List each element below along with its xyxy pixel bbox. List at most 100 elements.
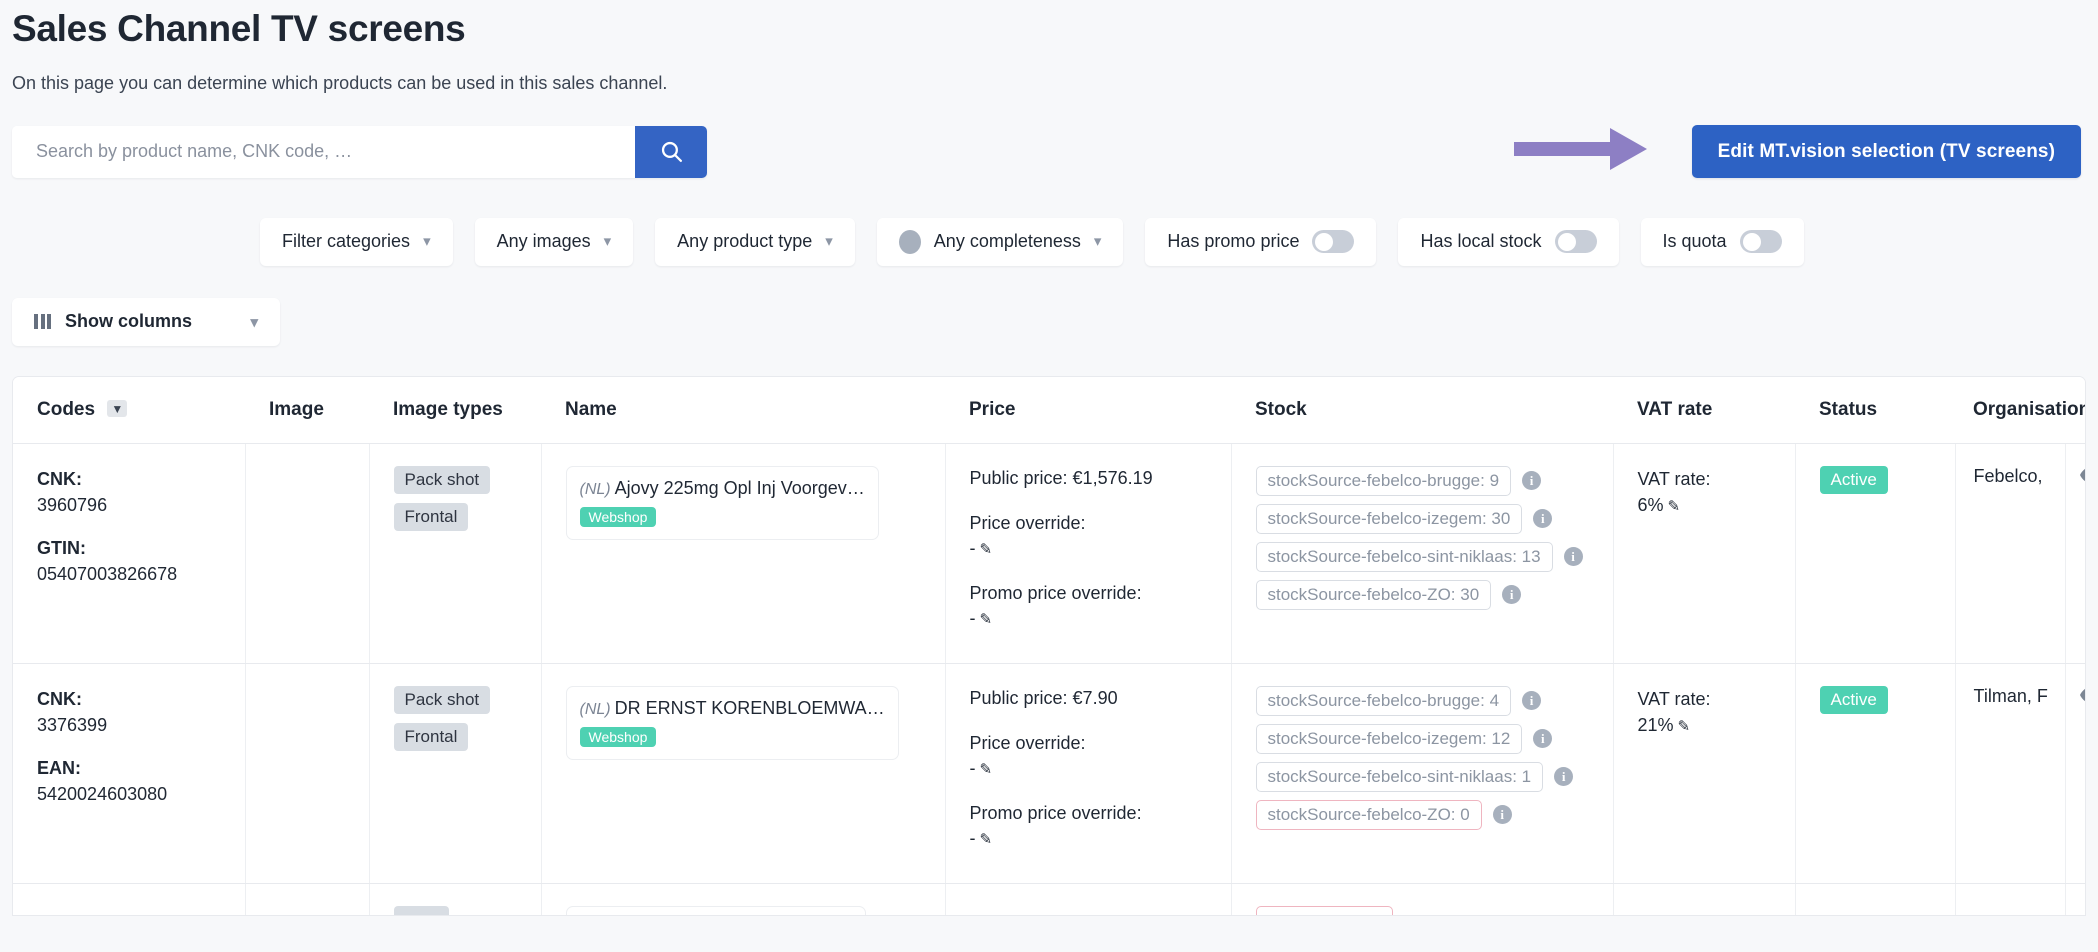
page-root: Sales Channel TV screens On this page yo… (0, 0, 2098, 916)
info-icon[interactable]: i (1502, 585, 1522, 605)
info-icon[interactable]: i (1533, 509, 1553, 529)
edit-vat-pencil-icon[interactable]: ✎ (1668, 498, 1681, 515)
edit-promo-price-pencil-icon[interactable]: ✎ (980, 611, 993, 628)
info-icon[interactable]: i (1492, 805, 1512, 825)
columns-icon (34, 314, 51, 330)
chevron-down-icon: ▾ (825, 233, 833, 251)
vat-rate-value: 21% (1637, 714, 1674, 735)
eye-icon[interactable] (2079, 688, 2085, 708)
any-product-type-dropdown[interactable]: Any product type ▾ (655, 217, 855, 266)
info-icon[interactable]: i (1522, 471, 1542, 491)
col-header-image-types[interactable]: Image types (369, 376, 541, 444)
completeness-dot-icon (898, 229, 921, 254)
cell-stock: stockSource-febelco-brugge: 9 i stockSour… (1231, 443, 1614, 664)
show-columns-button[interactable]: Show columns ▾ (12, 297, 280, 346)
has-local-stock-filter[interactable]: Has local stock (1398, 217, 1619, 266)
eye-icon[interactable] (2079, 468, 2085, 488)
col-header-image[interactable]: Image (245, 376, 369, 444)
stock-source-chip: stockSource-febelco-ZO: 0 (1255, 799, 1482, 830)
any-completeness-dropdown[interactable]: Any completeness ▾ (876, 217, 1124, 266)
filter-categories-dropdown[interactable]: Filter categories ▾ (260, 217, 453, 266)
promo-price-override-label: Promo price override: (969, 583, 1142, 604)
is-quota-toggle[interactable] (1739, 230, 1782, 254)
has-promo-price-filter[interactable]: Has promo price (1145, 217, 1377, 266)
code-value: 5420024603080 (37, 783, 168, 804)
is-quota-filter[interactable]: Is quota (1640, 217, 1804, 266)
edit-promo-price-pencil-icon[interactable]: ✎ (980, 831, 993, 848)
cell-price: Public price: €7.90 Price override: - ✎ P… (945, 663, 1232, 884)
cell-actions (2065, 883, 2085, 915)
cell-status: Active (1795, 663, 1956, 884)
stock-source-chip: stockSource-febelco-brugge: 4 (1255, 685, 1512, 716)
sort-filter-icon[interactable]: ▼ (107, 399, 128, 417)
edit-price-pencil-icon[interactable]: ✎ (980, 541, 993, 558)
any-images-label: Any images (496, 231, 591, 252)
cell-vat-rate (1613, 883, 1796, 915)
vat-rate-label: VAT rate: (1637, 688, 1711, 709)
channel-tag: Webshop (579, 726, 657, 747)
cell-organisation: Tilman, F (1955, 663, 2066, 884)
cell-organisation (1955, 883, 2066, 915)
col-header-vat-rate[interactable]: VAT rate (1613, 376, 1795, 444)
info-icon[interactable]: i (1554, 767, 1574, 787)
filter-row: Filter categories ▾ Any images ▾ Any pro… (12, 217, 2086, 266)
cell-image-types (369, 883, 542, 915)
has-local-stock-toggle[interactable] (1554, 230, 1597, 254)
image-type-tag: Pack shot (393, 465, 491, 494)
code-value: 3376399 (37, 714, 108, 735)
product-name-card[interactable]: (NL) DR ERNST KORENBLOEMWA… Webshop (565, 685, 899, 760)
product-name: DR ERNST KORENBLOEMWA… (614, 697, 885, 718)
product-name: Ajovy 225mg Opl Inj Voorgev… (614, 477, 865, 498)
info-icon[interactable]: i (1522, 691, 1542, 711)
stock-source-chip: stockSource-febelco-sint-niklaas: 13 (1255, 541, 1553, 572)
col-header-codes-label: Codes (37, 398, 96, 420)
cell-image (245, 443, 370, 664)
cell-price: Public price: €1,576.19 Price override: … (945, 443, 1232, 664)
search-input[interactable] (12, 125, 635, 178)
page-title: Sales Channel TV screens (12, 8, 466, 49)
promo-price-override-value: - (969, 608, 976, 629)
col-header-status[interactable]: Status (1795, 376, 1955, 444)
any-images-dropdown[interactable]: Any images ▾ (474, 217, 634, 266)
chevron-down-icon: ▾ (423, 233, 431, 251)
cell-image (245, 663, 370, 884)
info-icon[interactable]: i (1563, 547, 1583, 567)
cell-actions (2065, 663, 2085, 884)
cell-vat-rate: VAT rate: 21% ✎ (1613, 663, 1796, 884)
price-override-value: - (969, 757, 976, 778)
vat-rate-label: VAT rate: (1637, 468, 1711, 489)
col-header-organisation[interactable]: Organisation ▼ (1955, 376, 2085, 444)
table-row[interactable]: CNK: 3960796 GTIN: 05407003826678 Pack s… (13, 443, 2085, 664)
col-header-stock[interactable]: Stock (1231, 376, 1613, 444)
show-columns-label: Show columns (65, 311, 193, 332)
chevron-down-icon: ▾ (250, 313, 258, 331)
cell-actions (2065, 443, 2085, 664)
col-header-codes[interactable]: Codes ▼ (13, 376, 245, 444)
cell-price (945, 883, 1232, 915)
search-button[interactable] (635, 125, 707, 178)
code-value: 3960796 (37, 494, 108, 515)
product-name-card[interactable] (565, 905, 866, 915)
cell-name (541, 883, 946, 915)
any-completeness-label: Any completeness (933, 231, 1081, 252)
table-row[interactable]: CNK: 3376399 EAN: 5420024603080 Pack sho… (13, 663, 2085, 884)
col-header-organisation-label: Organisation (1973, 398, 2086, 420)
col-header-name[interactable]: Name (541, 376, 945, 444)
stock-source-chip (1255, 905, 1393, 915)
edit-price-pencil-icon[interactable]: ✎ (980, 761, 993, 778)
table-row[interactable] (13, 883, 2085, 915)
edit-vat-pencil-icon[interactable]: ✎ (1678, 718, 1691, 735)
header-actions: Edit MT.vision selection (TV screens) (1513, 125, 2086, 179)
has-promo-price-toggle[interactable] (1312, 230, 1355, 254)
any-product-type-label: Any product type (677, 231, 813, 252)
edit-selection-button[interactable]: Edit MT.vision selection (TV screens) (1691, 125, 2081, 179)
filter-categories-label: Filter categories (282, 231, 411, 252)
info-icon[interactable]: i (1533, 729, 1553, 749)
col-header-price[interactable]: Price (945, 376, 1231, 444)
search-bar (12, 125, 707, 178)
cell-image (245, 883, 370, 915)
price-override-value: - (969, 537, 976, 558)
vat-rate-value: 6% (1637, 494, 1664, 515)
product-name-card[interactable]: (NL) Ajovy 225mg Opl Inj Voorgev… Webshop (565, 465, 879, 540)
status-badge: Active (1819, 465, 1888, 494)
